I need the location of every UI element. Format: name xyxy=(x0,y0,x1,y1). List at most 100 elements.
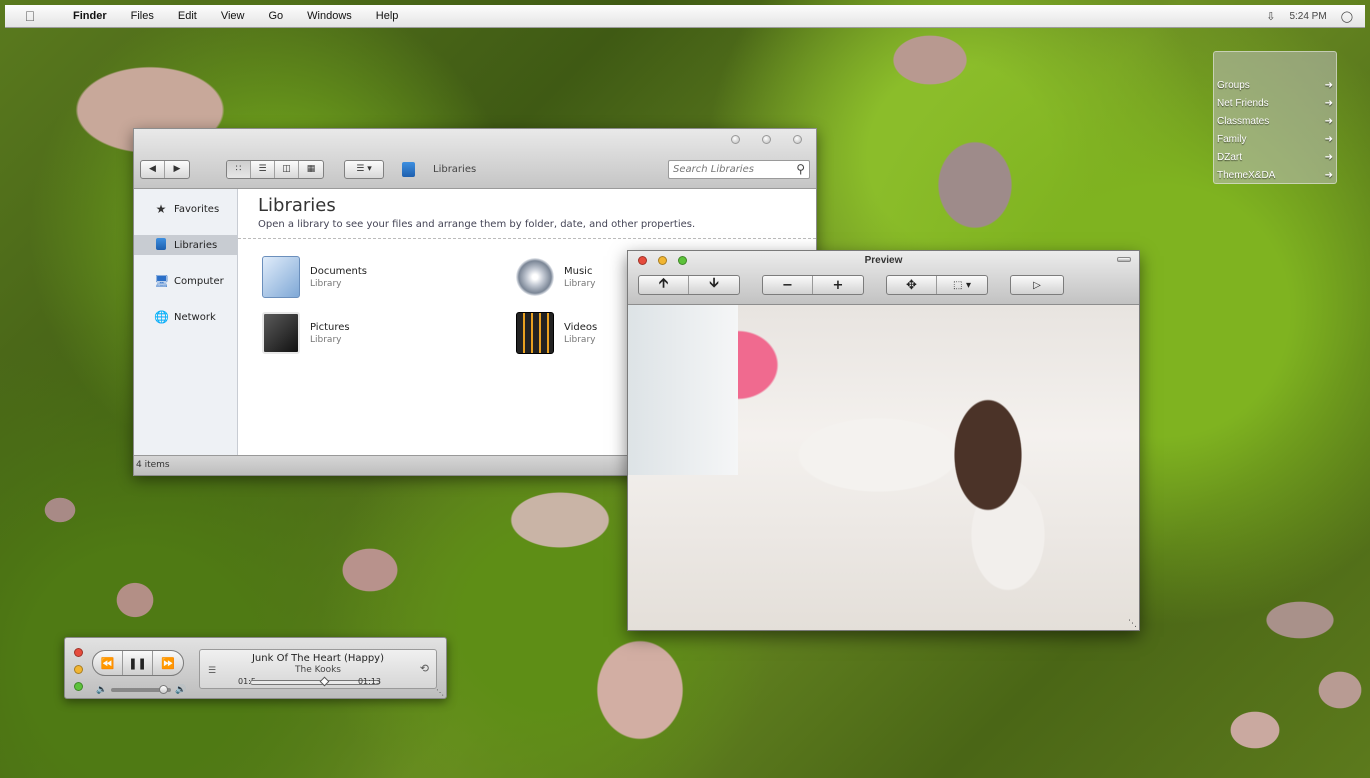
widget-item-themexda[interactable]: ThemeX&DA ➜ xyxy=(1214,166,1336,184)
music-player: ⏪ ❚❚ ⏩ 🔈 🔊 ☰ Junk Of The Heart (Happy) T… xyxy=(64,637,447,699)
forward-button[interactable]: ▶ xyxy=(165,161,189,178)
close-button[interactable] xyxy=(74,648,83,657)
slideshow-group: ▷ xyxy=(1010,275,1064,295)
widget-item-dzart[interactable]: DZart ➜ xyxy=(1214,148,1336,166)
volume-slider[interactable] xyxy=(111,685,172,694)
zoom-out-button[interactable]: − xyxy=(763,276,813,294)
page-nav-buttons: 🡩 🡫 xyxy=(638,275,740,295)
arrow-right-icon: ➜ xyxy=(1324,115,1333,127)
sidebar-item-libraries[interactable]: Libraries xyxy=(134,235,237,255)
menu-finder[interactable]: Finder xyxy=(55,10,119,22)
zoom-button[interactable] xyxy=(74,682,83,691)
library-documents[interactable]: Documents Library xyxy=(262,255,462,299)
window-controls xyxy=(731,135,802,144)
volume-low-icon: 🔈 xyxy=(96,685,108,695)
coverflow-view-button[interactable]: ▦ xyxy=(299,161,323,178)
resize-grip-icon[interactable]: ⋱ xyxy=(436,688,444,697)
preview-image xyxy=(628,305,1139,630)
widget-item-label: ThemeX&DA xyxy=(1217,169,1276,181)
menu-windows[interactable]: Windows xyxy=(295,10,364,22)
spotlight-icon[interactable]: ◯ xyxy=(1341,10,1353,23)
library-name: Videos xyxy=(564,321,598,333)
library-name: Music xyxy=(564,265,593,277)
maximize-button[interactable] xyxy=(762,135,771,144)
library-type: Library xyxy=(564,334,596,345)
window-titlebar[interactable]: Preview 🡩 🡫 − + ✥ ⬚ ▾ ▷ xyxy=(628,251,1139,305)
toolbar-toggle-button[interactable] xyxy=(1117,257,1131,262)
fast-forward-button[interactable]: ⏩ xyxy=(153,651,183,675)
page-title: Libraries xyxy=(258,195,336,216)
download-icon[interactable]: ⇩ xyxy=(1266,10,1275,23)
icon-view-button[interactable]: ∷ xyxy=(227,160,251,178)
widget-item-groups[interactable]: Groups ➜ xyxy=(1214,76,1336,94)
search-placeholder: Search Libraries xyxy=(673,163,754,175)
sidebar-item-favorites[interactable]: ★ Favorites xyxy=(134,199,237,219)
sidebar-item-network[interactable]: 🌐 Network xyxy=(134,307,237,327)
window-titlebar[interactable]: ◀ ▶ ∷ ☰ ◫ ▦ ☰ ▾ Libraries Search Librari… xyxy=(134,129,816,189)
widget-item-label: Net Friends xyxy=(1217,97,1269,109)
search-icon[interactable]: ⚲ xyxy=(796,162,805,176)
menu-help[interactable]: Help xyxy=(364,10,411,22)
widget-item-family[interactable]: Family ➜ xyxy=(1214,130,1336,148)
next-page-button[interactable]: 🡫 xyxy=(689,276,739,294)
sidebar: ★ Favorites Libraries 🖥 Computer 🌐 Netwo… xyxy=(134,189,238,455)
artist-name: The Kooks xyxy=(295,665,341,675)
menu-edit[interactable]: Edit xyxy=(166,10,209,22)
sidebar-item-label: Libraries xyxy=(174,239,218,251)
widget-item-classmates[interactable]: Classmates ➜ xyxy=(1214,112,1336,130)
content-header: Libraries Open a library to see your fil… xyxy=(238,189,816,239)
resize-grip-icon[interactable]: ⋱ xyxy=(1128,619,1137,629)
preview-toolbar: 🡩 🡫 − + ✥ ⬚ ▾ ▷ xyxy=(638,275,1064,295)
sidebar-item-label: Network xyxy=(174,311,216,323)
library-name: Pictures xyxy=(310,321,350,333)
minimize-button[interactable] xyxy=(731,135,740,144)
sidebar-item-label: Favorites xyxy=(174,203,220,215)
window-title: Preview xyxy=(864,255,903,266)
library-type: Library xyxy=(310,278,342,289)
libraries-icon xyxy=(402,161,415,177)
view-mode-buttons: ∷ ☰ ◫ ▦ xyxy=(226,159,324,179)
arrow-right-icon: ➜ xyxy=(1324,79,1333,91)
select-tool-button[interactable]: ⬚ ▾ xyxy=(937,276,987,294)
zoom-buttons: − + xyxy=(762,275,864,295)
clock[interactable]: 5:24 PM xyxy=(1289,11,1326,22)
list-view-button[interactable]: ☰ xyxy=(251,160,275,178)
minimize-button[interactable] xyxy=(74,665,83,674)
apple-icon[interactable]:  xyxy=(5,8,55,24)
pause-button[interactable]: ❚❚ xyxy=(123,651,153,675)
menu-files[interactable]: Files xyxy=(119,10,166,22)
widget-item-label: Family xyxy=(1217,133,1247,145)
videos-icon xyxy=(516,312,554,354)
arrange-menu: ☰ ▾ xyxy=(344,159,384,179)
arrange-button[interactable]: ☰ ▾ xyxy=(345,161,383,178)
move-tool-button[interactable]: ✥ xyxy=(887,276,937,294)
rewind-button[interactable]: ⏪ xyxy=(93,651,123,675)
zoom-in-button[interactable]: + xyxy=(813,276,863,294)
arrow-right-icon: ➜ xyxy=(1324,133,1333,145)
playback-controls: ⏪ ❚❚ ⏩ xyxy=(92,650,184,676)
image-background xyxy=(628,305,738,475)
libraries-icon xyxy=(154,237,168,253)
close-button[interactable] xyxy=(793,135,802,144)
menu-go[interactable]: Go xyxy=(256,10,295,22)
volume-knob[interactable] xyxy=(159,685,169,694)
menu-bar:  Finder Files Edit View Go Windows Help… xyxy=(5,5,1365,28)
progress-knob[interactable] xyxy=(319,676,330,687)
search-input[interactable]: Search Libraries ⚲ xyxy=(668,159,810,179)
slideshow-button[interactable]: ▷ xyxy=(1011,276,1063,294)
sidebar-item-computer[interactable]: 🖥 Computer xyxy=(134,271,237,291)
menu-view[interactable]: View xyxy=(209,10,257,22)
previous-page-button[interactable]: 🡩 xyxy=(639,276,689,294)
column-view-button[interactable]: ◫ xyxy=(275,160,299,178)
arrow-right-icon: ➜ xyxy=(1324,97,1333,109)
widget-item-net-friends[interactable]: Net Friends ➜ xyxy=(1214,94,1336,112)
preview-window: Preview 🡩 🡫 − + ✥ ⬚ ▾ ▷ ⋱ xyxy=(627,250,1140,631)
library-pictures[interactable]: Pictures Library xyxy=(262,311,462,355)
widget-item-label: DZart xyxy=(1217,151,1242,163)
computer-icon: 🖥 xyxy=(154,274,170,288)
breadcrumb-libraries[interactable]: Libraries xyxy=(433,164,476,175)
sidebar-item-label: Computer xyxy=(174,275,224,287)
back-to-album-icon[interactable]: ⟲ xyxy=(420,662,429,675)
pictures-icon xyxy=(262,312,300,354)
back-button[interactable]: ◀ xyxy=(141,160,165,178)
